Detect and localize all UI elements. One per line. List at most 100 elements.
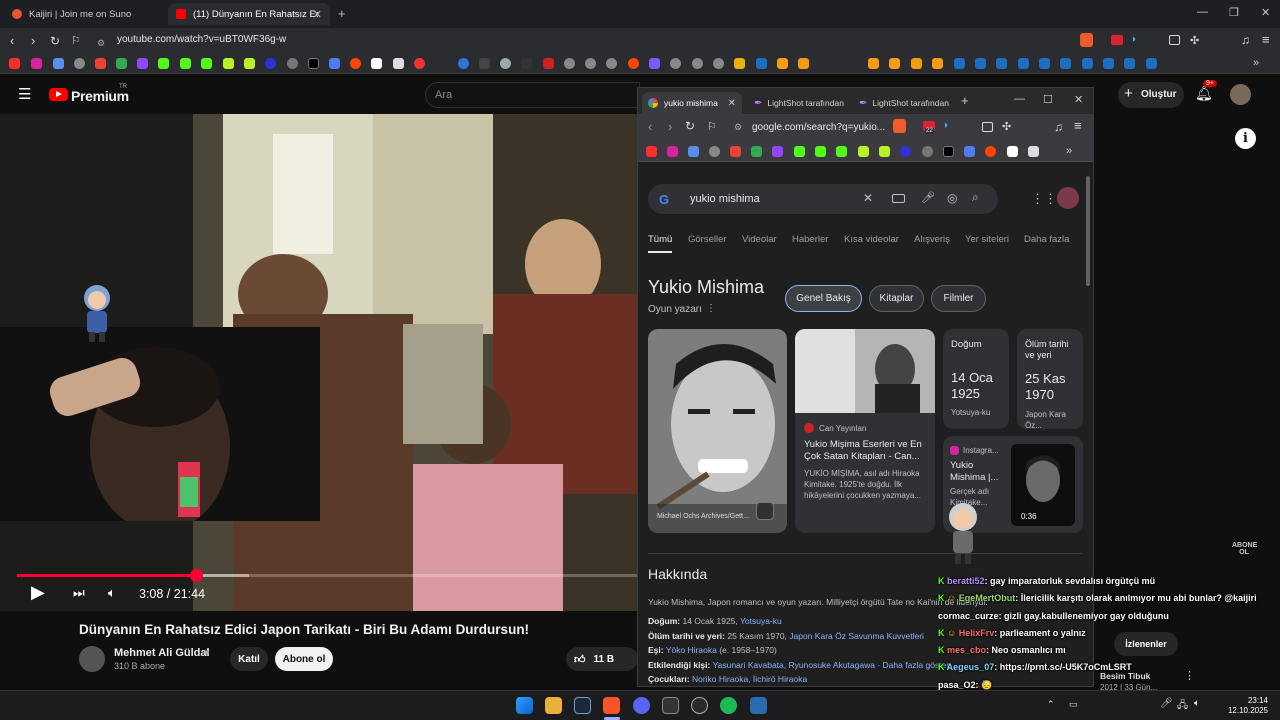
- progress-scrubber[interactable]: [190, 569, 203, 582]
- ig-title[interactable]: Yukio Mishima |...: [950, 460, 1006, 484]
- minimize-button[interactable]: —: [1197, 6, 1208, 18]
- bookmark-gmail-icon[interactable]: [95, 58, 106, 69]
- tab-youtube[interactable]: (11) Dünyanın En Rahatsız Edici J ✕: [168, 3, 330, 25]
- bookmark-gmail-icon[interactable]: [730, 146, 741, 157]
- bookmark-kick-icon[interactable]: [836, 146, 847, 157]
- puzzle-icon[interactable]: ✣: [1002, 120, 1011, 133]
- bookmark-icon[interactable]: [500, 58, 511, 69]
- bookmark-icon[interactable]: [543, 58, 554, 69]
- kp-article-card[interactable]: Can Yayınları Yukio Mişima Eserleri ve E…: [795, 329, 935, 533]
- puzzle-icon[interactable]: ✣: [1190, 34, 1199, 47]
- extension-icon[interactable]: [1111, 35, 1123, 45]
- channel-avatar[interactable]: [79, 646, 105, 672]
- bookmark-kick-icon[interactable]: [158, 58, 169, 69]
- video-player[interactable]: ▶ ⏭ 🔈︎ 3:08 / 21:44: [0, 114, 638, 611]
- bookmark-steam-icon[interactable]: [1103, 58, 1114, 69]
- image-icon[interactable]: [756, 502, 774, 520]
- tab-images[interactable]: Görseller: [688, 234, 727, 245]
- kebab-icon[interactable]: ⋮: [706, 303, 716, 314]
- bookmark-icon[interactable]: [713, 58, 724, 69]
- bookmark-icon[interactable]: [585, 58, 596, 69]
- avatar[interactable]: [1230, 84, 1251, 105]
- bookmark-icon[interactable]: [287, 58, 298, 69]
- bell-icon[interactable]: 🔔︎: [1195, 85, 1213, 102]
- bookmark-x-icon[interactable]: [308, 58, 319, 69]
- bookmark-steam-icon[interactable]: [1018, 58, 1029, 69]
- brave-shield-icon[interactable]: [1080, 33, 1093, 47]
- bookmark-youtube-icon[interactable]: [646, 146, 657, 157]
- scrollbar-thumb[interactable]: [1086, 176, 1090, 286]
- bookmark-kick-icon[interactable]: [815, 146, 826, 157]
- bookmark-x-icon[interactable]: [943, 146, 954, 157]
- bookmark-icon[interactable]: [371, 58, 382, 69]
- google-avatar[interactable]: [1057, 187, 1079, 209]
- bookmark-youtube-icon[interactable]: [9, 58, 20, 69]
- google-search-input[interactable]: G yukio mishima ✕ 🎤︎ ◎ ⌕: [648, 184, 998, 214]
- youtube-logo-icon[interactable]: [49, 88, 68, 101]
- screenshot-icon[interactable]: [982, 122, 993, 132]
- bookmark-icon[interactable]: ⚐: [71, 33, 81, 49]
- apps-icon[interactable]: ⋮⋮: [1031, 191, 1057, 207]
- bookmark-steam-icon[interactable]: [756, 58, 767, 69]
- bookmark-icon[interactable]: [900, 146, 911, 157]
- menu-icon[interactable]: ≡: [1262, 32, 1270, 47]
- join-button[interactable]: Katıl: [230, 647, 268, 671]
- bookmark-icon[interactable]: [479, 58, 490, 69]
- site-info-icon[interactable]: ⚙: [97, 35, 105, 51]
- forward-icon[interactable]: ›: [668, 119, 672, 134]
- tab-lightshot-1[interactable]: ✒ LightShot tarafından: [748, 92, 848, 114]
- back-icon[interactable]: ‹: [648, 119, 652, 134]
- chevron-up-icon[interactable]: ⌃: [1047, 699, 1055, 710]
- bookmark-reddit-icon[interactable]: [985, 146, 996, 157]
- fact-link[interactable]: Noriko Hiraoka, İichirō Hiraoka: [692, 674, 807, 684]
- bookmark-amazon-icon[interactable]: [1028, 146, 1039, 157]
- screenshot-icon[interactable]: [1169, 35, 1180, 45]
- article-title[interactable]: Yukio Mişima Eserleri ve En Çok Satan Ki…: [804, 439, 928, 463]
- mic-icon[interactable]: 🎤︎: [921, 191, 935, 204]
- bookmark-icon[interactable]: [798, 58, 809, 69]
- more-bookmarks-icon[interactable]: »: [1066, 145, 1072, 157]
- app-icon[interactable]: [662, 697, 679, 714]
- bookmark-icon[interactable]: [458, 58, 469, 69]
- kp-death-card[interactable]: Ölüm tarihi ve yeri 25 Kas 1970 Japon Ka…: [1017, 329, 1083, 429]
- bookmark-icon[interactable]: [329, 58, 340, 69]
- bookmark-twitch-icon[interactable]: [772, 146, 783, 157]
- bookmark-icon[interactable]: [879, 146, 890, 157]
- tab-suno[interactable]: Kaijiri | Join me on Suno: [4, 3, 164, 25]
- bookmark-icon[interactable]: [922, 146, 933, 157]
- discord-icon[interactable]: [633, 697, 650, 714]
- music-icon[interactable]: ♫: [1054, 120, 1063, 134]
- tab-google[interactable]: yukio mishima ✕: [642, 92, 742, 114]
- clock[interactable]: 23:14 12.10.2025: [1228, 696, 1268, 716]
- translate-icon[interactable]: ◗: [1131, 34, 1137, 45]
- speaker-icon[interactable]: 🔈︎: [1194, 698, 1200, 709]
- bookmark-icon[interactable]: [670, 58, 681, 69]
- spotify-icon[interactable]: [720, 697, 737, 714]
- obs-icon[interactable]: [691, 697, 708, 714]
- brave-shield-icon[interactable]: [893, 119, 906, 133]
- bookmark-steam-icon[interactable]: [1124, 58, 1135, 69]
- explorer-icon[interactable]: [545, 697, 562, 714]
- bookmark-steam-icon[interactable]: [1039, 58, 1050, 69]
- next-icon[interactable]: ⏭: [73, 585, 85, 601]
- kp-birth-card[interactable]: Doğum 14 Oca 1925 Yotsuya-ku: [943, 329, 1009, 429]
- bookmark-amazon-icon[interactable]: [393, 58, 404, 69]
- bookmark-icon[interactable]: [74, 58, 85, 69]
- bookmark-icon[interactable]: [521, 58, 532, 69]
- refresh-icon[interactable]: ↻: [50, 33, 60, 49]
- tab-all[interactable]: Tümü: [648, 234, 672, 245]
- tab-places[interactable]: Yer siteleri: [965, 234, 1009, 245]
- search-input[interactable]: [425, 82, 640, 108]
- music-icon[interactable]: ♫: [1241, 33, 1250, 47]
- bookmark-icon[interactable]: [932, 58, 943, 69]
- chip-overview[interactable]: Genel Bakış: [785, 285, 862, 312]
- refresh-icon[interactable]: ↻: [685, 119, 695, 133]
- bookmark-icon[interactable]: [414, 58, 425, 69]
- bookmark-icon[interactable]: [911, 58, 922, 69]
- bookmark-icon[interactable]: [868, 58, 879, 69]
- maximize-button[interactable]: ❐: [1229, 6, 1239, 19]
- bookmark-icon[interactable]: [265, 58, 276, 69]
- brave-icon[interactable]: [603, 697, 620, 714]
- close-tab-icon[interactable]: ✕: [728, 98, 736, 109]
- bookmark-steam-icon[interactable]: [975, 58, 986, 69]
